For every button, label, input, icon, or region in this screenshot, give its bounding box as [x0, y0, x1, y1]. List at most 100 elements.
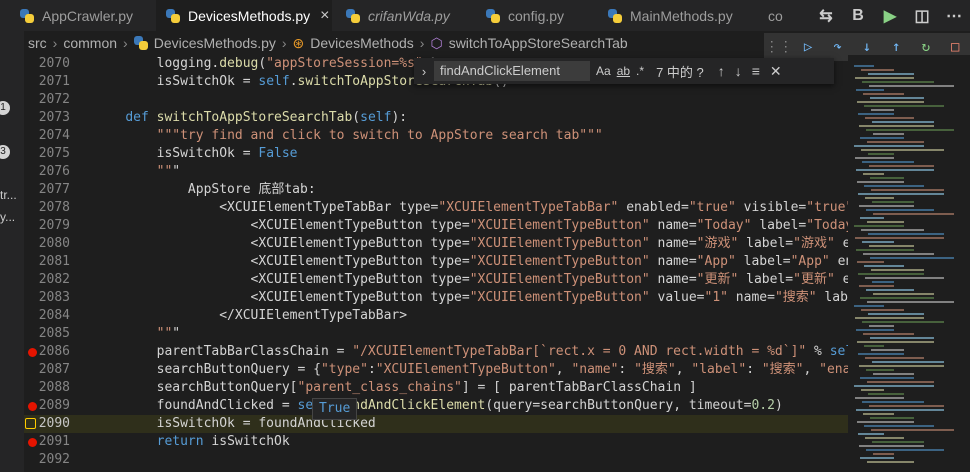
code-line[interactable]: 2080 <XCUIElementTypeButton type="XCUIEl…	[24, 235, 848, 253]
minimap-line	[856, 409, 944, 411]
minimap-line	[856, 169, 934, 171]
step-into-icon[interactable]: ↓	[852, 39, 881, 55]
code-line[interactable]: 2090 isSwitchOk = foundAndClicked	[24, 415, 848, 433]
code-line[interactable]: 2073 def switchToAppStoreSearchTab(self)…	[24, 109, 848, 127]
code-line[interactable]: 2077 AppStore 底部tab:	[24, 181, 848, 199]
breadcrumb-item[interactable]: DevicesMethods	[310, 35, 414, 51]
line-number: 2086	[38, 344, 70, 359]
minimap-line	[856, 89, 884, 91]
minimap-line	[858, 433, 884, 435]
more-actions-icon[interactable]: ⋯	[938, 0, 970, 31]
code-line[interactable]: 2086 parentTabBarClassChain = "/XCUIElem…	[24, 343, 848, 361]
minimap-line	[860, 377, 914, 379]
minimap-line	[867, 141, 924, 143]
breadcrumb-item[interactable]: src	[28, 35, 47, 51]
drag-handle-icon[interactable]: ⋮⋮	[764, 39, 793, 55]
minimap-line	[862, 321, 944, 323]
code-line[interactable]: 2089 foundAndClicked = self.findAndClick…	[24, 397, 848, 415]
code-text: <XCUIElementTypeButton type="XCUIElement…	[94, 236, 848, 251]
code-line[interactable]: 2079 <XCUIElementTypeButton type="XCUIEl…	[24, 217, 848, 235]
split-editor-icon[interactable]: ◫	[906, 0, 938, 31]
code-line[interactable]: 2072	[24, 91, 848, 109]
step-over-icon[interactable]: ↷	[823, 39, 852, 55]
code-line[interactable]: 2074 """try find and click to switch to …	[24, 127, 848, 145]
chevron-right-icon[interactable]: ›	[414, 64, 434, 79]
find-input[interactable]: findAndClickElement	[434, 61, 590, 81]
run-icon[interactable]: ▶	[874, 0, 906, 31]
minimap-line	[864, 185, 924, 187]
minimap-line	[860, 297, 934, 299]
tab-config[interactable]: config.py	[486, 0, 596, 31]
minimap-line	[870, 257, 954, 259]
find-widget: › findAndClickElement Aa ab .* 7 中的 ? ↑ …	[414, 58, 834, 84]
minimap-line	[864, 105, 944, 107]
code-line[interactable]: 2084 </XCUIElementTypeTabBar>	[24, 307, 848, 325]
code-line[interactable]: 2087 searchButtonQuery = {"type":"XCUIEl…	[24, 361, 848, 379]
line-number: 2092	[38, 452, 70, 467]
minimap-line	[857, 341, 934, 343]
python-file-icon	[608, 8, 622, 23]
minimap-line	[871, 349, 904, 351]
minimap-line	[854, 305, 884, 307]
minimap-line	[866, 449, 944, 451]
code-editor[interactable]: 2070 logging.debug("appStoreSession=%s" …	[24, 55, 848, 472]
breadcrumb-item[interactable]: common	[63, 35, 117, 51]
code-line[interactable]: 2082 <XCUIElementTypeButton type="XCUIEl…	[24, 271, 848, 289]
tab-mainmethods[interactable]: MainMethods.py	[608, 0, 758, 31]
minimap-line	[865, 357, 924, 359]
line-number: 2084	[38, 308, 70, 323]
restart-icon[interactable]: ↻	[911, 39, 940, 55]
minimap-line	[860, 137, 904, 139]
breadcrumb-item[interactable]: switchToAppStoreSearchTab	[449, 35, 628, 51]
match-case-toggle[interactable]: Aa	[596, 64, 611, 78]
compare-changes-icon[interactable]: ⇆	[810, 0, 842, 31]
minimap-line	[867, 381, 934, 383]
tab-overflow[interactable]: co	[768, 0, 804, 31]
line-number: 2089	[38, 398, 70, 413]
tab-label: crifanWda.py	[368, 7, 450, 24]
code-line[interactable]: 2076 """	[24, 163, 848, 181]
code-text: AppStore 底部tab:	[94, 182, 316, 197]
stop-icon[interactable]: □	[941, 39, 970, 55]
minimap-line	[858, 113, 894, 115]
bold-b-icon[interactable]: B	[842, 0, 874, 31]
tab-appcrawler[interactable]: AppCrawler.py	[20, 0, 156, 31]
previous-match-icon[interactable]: ↑	[718, 63, 725, 79]
minimap-line	[864, 265, 904, 267]
code-line[interactable]: 2091 return isSwitchOk	[24, 433, 848, 451]
tab-crifanwda[interactable]: crifanWda.py	[346, 0, 476, 31]
continue-icon[interactable]: ▷	[793, 39, 822, 55]
minimap-line	[867, 301, 954, 303]
code-line[interactable]: 2078 <XCUIElementTypeTabBar type="XCUIEl…	[24, 199, 848, 217]
code-line[interactable]: 2092	[24, 451, 848, 469]
line-number: 2091	[38, 434, 70, 449]
minimap-line	[864, 345, 884, 347]
code-line[interactable]: 2075 isSwitchOk = False	[24, 145, 848, 163]
line-number: 2073	[38, 110, 70, 125]
breadcrumb-item[interactable]: DevicesMethods.py	[154, 35, 276, 51]
minimap-line	[860, 457, 894, 459]
code-text: """	[156, 326, 181, 341]
next-match-icon[interactable]: ↓	[735, 63, 742, 79]
minimap-line	[868, 73, 914, 75]
minimap-line	[872, 361, 944, 363]
minimap-line	[863, 253, 934, 255]
step-out-icon[interactable]: ↑	[882, 39, 911, 55]
code-line[interactable]: 2088 searchButtonQuery["parent_class_cha…	[24, 379, 848, 397]
regex-toggle[interactable]: .*	[636, 64, 644, 78]
minimap-line	[862, 161, 914, 163]
code-line[interactable]: 2083 <XCUIElementTypeButton type="XCUIEl…	[24, 289, 848, 307]
minimap-line	[863, 173, 884, 175]
close-icon[interactable]: ×	[320, 7, 329, 25]
tab-devicesmethods[interactable]: DevicesMethods.py ×	[156, 0, 332, 31]
match-word-toggle[interactable]: ab	[617, 64, 630, 78]
minimap-line	[858, 273, 924, 275]
minimap-line	[866, 369, 894, 371]
close-icon[interactable]: ✕	[770, 63, 782, 80]
badge: 3	[0, 145, 10, 159]
find-in-selection-icon[interactable]: ≡	[752, 63, 760, 79]
code-line[interactable]: 2081 <XCUIElementTypeButton type="XCUIEl…	[24, 253, 848, 271]
minimap[interactable]	[848, 55, 970, 472]
code-text: <XCUIElementTypeButton type="XCUIElement…	[94, 272, 848, 287]
code-line[interactable]: 2085 """	[24, 325, 848, 343]
